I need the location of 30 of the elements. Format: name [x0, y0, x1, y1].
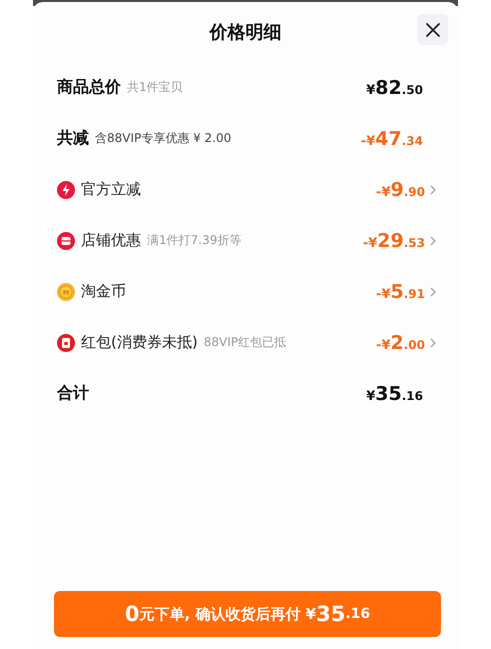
row-note: 满1件打7.39折等: [147, 232, 242, 249]
row-label: 共减: [57, 128, 89, 149]
amount: -¥47.34: [360, 128, 423, 150]
row-note: 共1件宝贝: [127, 79, 183, 96]
row-label: 官方立减: [81, 180, 141, 199]
close-button[interactable]: [417, 14, 448, 45]
chevron-right-icon[interactable]: [430, 286, 436, 296]
row-label: 商品总价: [57, 77, 121, 98]
shop-icon: [57, 232, 75, 250]
envelope-icon: [57, 334, 75, 352]
chevron-right-icon[interactable]: [430, 338, 436, 348]
amount: ¥35.16: [366, 382, 423, 404]
coin-icon: [57, 282, 75, 300]
sheet-title: 价格明细: [210, 21, 282, 44]
amount: ¥82.50: [366, 76, 423, 98]
close-icon: [424, 22, 440, 38]
row-note: 含88VIP专享优惠 ¥ 2.00: [95, 130, 232, 147]
lightning-icon: [57, 180, 75, 198]
row-label: 合计: [57, 383, 89, 404]
amount: -¥2.00: [376, 332, 425, 354]
amount: -¥5.91: [376, 280, 425, 302]
amount: -¥29.53: [362, 230, 425, 252]
pay-button[interactable]: 0元下单, 确认收货后再付 ¥35.16: [54, 591, 441, 637]
row-label: 店铺优惠: [81, 231, 141, 250]
chevron-right-icon[interactable]: [430, 236, 436, 246]
row-note: 88VIP红包已抵: [204, 334, 286, 351]
row-label: 淘金币: [81, 282, 126, 301]
chevron-right-icon[interactable]: [430, 184, 436, 194]
row-label: 红包(消费券未抵): [81, 333, 198, 352]
amount: -¥9.90: [376, 178, 425, 200]
